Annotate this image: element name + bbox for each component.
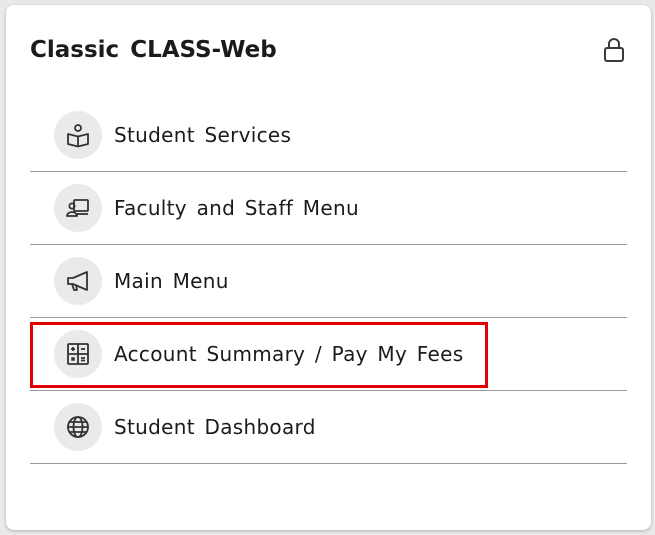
megaphone-icon [54, 257, 102, 305]
calculator-icon [54, 330, 102, 378]
menu-item-faculty-staff-menu[interactable]: Faculty and Staff Menu [30, 172, 627, 245]
menu-item-label: Account Summary / Pay My Fees [114, 342, 464, 366]
menu-item-student-services[interactable]: Student Services [30, 99, 627, 172]
menu-list: Student Services Faculty and Staff Menu [30, 99, 627, 464]
globe-icon [54, 403, 102, 451]
menu-item-label: Main Menu [114, 269, 229, 293]
menu-item-student-dashboard[interactable]: Student Dashboard [30, 391, 627, 464]
menu-item-label: Student Dashboard [114, 415, 316, 439]
card-title: Classic CLASS-Web [30, 37, 277, 63]
card-header: Classic CLASS-Web [30, 33, 627, 67]
lock-icon[interactable] [601, 35, 627, 65]
menu-item-main-menu[interactable]: Main Menu [30, 245, 627, 318]
menu-item-label: Faculty and Staff Menu [114, 196, 359, 220]
menu-item-label: Student Services [114, 123, 292, 147]
presenter-board-icon [54, 184, 102, 232]
classic-class-web-card: Classic CLASS-Web Student Services Facul… [6, 5, 651, 530]
book-reader-icon [54, 111, 102, 159]
menu-item-account-summary-pay-fees[interactable]: Account Summary / Pay My Fees [30, 318, 627, 391]
